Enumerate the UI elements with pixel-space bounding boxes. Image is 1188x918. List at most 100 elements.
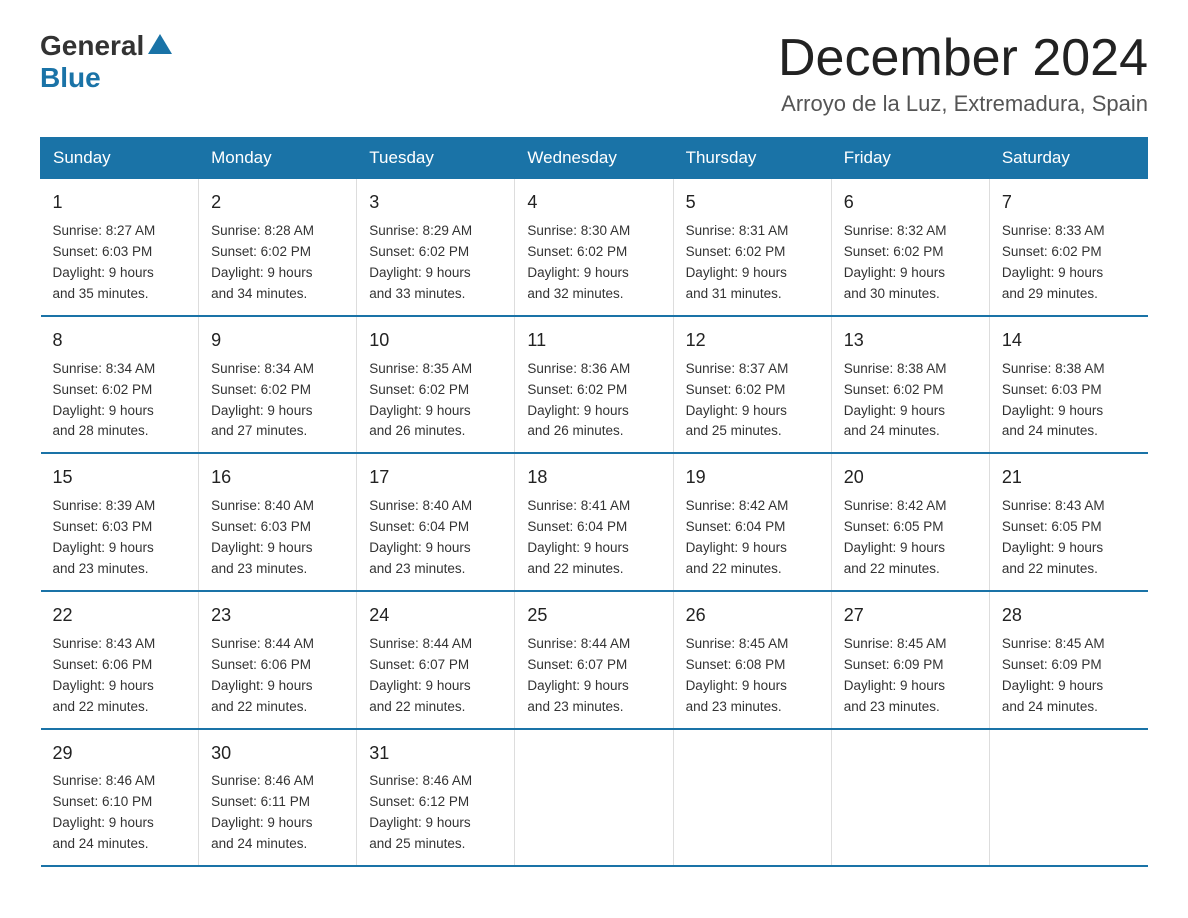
day-info: Sunrise: 8:40 AM Sunset: 6:04 PM Dayligh… — [369, 496, 502, 580]
day-number: 3 — [369, 189, 502, 217]
weekday-header-saturday: Saturday — [989, 138, 1147, 179]
calendar-cell: 15 Sunrise: 8:39 AM Sunset: 6:03 PM Dayli… — [41, 453, 199, 591]
calendar-cell: 28 Sunrise: 8:45 AM Sunset: 6:09 PM Dayli… — [989, 591, 1147, 729]
title-section: December 2024 Arroyo de la Luz, Extremad… — [778, 30, 1148, 117]
location-title: Arroyo de la Luz, Extremadura, Spain — [778, 91, 1148, 117]
calendar-cell: 19 Sunrise: 8:42 AM Sunset: 6:04 PM Dayli… — [673, 453, 831, 591]
day-number: 14 — [1002, 327, 1136, 355]
day-number: 7 — [1002, 189, 1136, 217]
day-info: Sunrise: 8:45 AM Sunset: 6:09 PM Dayligh… — [1002, 634, 1136, 718]
calendar-cell: 23 Sunrise: 8:44 AM Sunset: 6:06 PM Dayli… — [199, 591, 357, 729]
weekday-header-monday: Monday — [199, 138, 357, 179]
day-info: Sunrise: 8:41 AM Sunset: 6:04 PM Dayligh… — [527, 496, 660, 580]
calendar-cell — [515, 729, 673, 867]
day-info: Sunrise: 8:28 AM Sunset: 6:02 PM Dayligh… — [211, 221, 344, 305]
day-number: 21 — [1002, 464, 1136, 492]
calendar-cell: 13 Sunrise: 8:38 AM Sunset: 6:02 PM Dayli… — [831, 316, 989, 454]
month-title: December 2024 — [778, 30, 1148, 87]
day-info: Sunrise: 8:34 AM Sunset: 6:02 PM Dayligh… — [53, 359, 187, 443]
day-number: 23 — [211, 602, 344, 630]
weekday-header-friday: Friday — [831, 138, 989, 179]
calendar-cell: 16 Sunrise: 8:40 AM Sunset: 6:03 PM Dayli… — [199, 453, 357, 591]
calendar-cell: 30 Sunrise: 8:46 AM Sunset: 6:11 PM Dayli… — [199, 729, 357, 867]
day-number: 16 — [211, 464, 344, 492]
calendar-cell: 8 Sunrise: 8:34 AM Sunset: 6:02 PM Daylig… — [41, 316, 199, 454]
day-number: 24 — [369, 602, 502, 630]
calendar-week-row: 22Sunrise: 8:43 AM Sunset: 6:06 PM Dayli… — [41, 591, 1148, 729]
calendar-cell — [673, 729, 831, 867]
calendar-cell: 1Sunrise: 8:27 AM Sunset: 6:03 PM Daylig… — [41, 179, 199, 316]
day-number: 4 — [527, 189, 660, 217]
weekday-header-sunday: Sunday — [41, 138, 199, 179]
calendar-cell: 12 Sunrise: 8:37 AM Sunset: 6:02 PM Dayli… — [673, 316, 831, 454]
day-info: Sunrise: 8:44 AM Sunset: 6:06 PM Dayligh… — [211, 634, 344, 718]
weekday-header-thursday: Thursday — [673, 138, 831, 179]
day-info: Sunrise: 8:30 AM Sunset: 6:02 PM Dayligh… — [527, 221, 660, 305]
day-number: 25 — [527, 602, 660, 630]
calendar-cell: 25Sunrise: 8:44 AM Sunset: 6:07 PM Dayli… — [515, 591, 673, 729]
day-info: Sunrise: 8:31 AM Sunset: 6:02 PM Dayligh… — [686, 221, 819, 305]
day-number: 22 — [53, 602, 187, 630]
calendar-cell: 4 Sunrise: 8:30 AM Sunset: 6:02 PM Daylig… — [515, 179, 673, 316]
weekday-header-wednesday: Wednesday — [515, 138, 673, 179]
logo-triangle-icon — [148, 34, 172, 54]
calendar-cell: 3 Sunrise: 8:29 AM Sunset: 6:02 PM Daylig… — [357, 179, 515, 316]
day-number: 12 — [686, 327, 819, 355]
calendar-cell: 29 Sunrise: 8:46 AM Sunset: 6:10 PM Dayli… — [41, 729, 199, 867]
calendar-cell: 17 Sunrise: 8:40 AM Sunset: 6:04 PM Dayli… — [357, 453, 515, 591]
day-info: Sunrise: 8:42 AM Sunset: 6:05 PM Dayligh… — [844, 496, 977, 580]
calendar-week-row: 15 Sunrise: 8:39 AM Sunset: 6:03 PM Dayli… — [41, 453, 1148, 591]
day-info: Sunrise: 8:45 AM Sunset: 6:08 PM Dayligh… — [686, 634, 819, 718]
calendar-cell: 31 Sunrise: 8:46 AM Sunset: 6:12 PM Dayli… — [357, 729, 515, 867]
day-number: 18 — [527, 464, 660, 492]
day-number: 11 — [527, 327, 660, 355]
day-number: 29 — [53, 740, 187, 768]
day-info: Sunrise: 8:35 AM Sunset: 6:02 PM Dayligh… — [369, 359, 502, 443]
calendar-cell: 6Sunrise: 8:32 AM Sunset: 6:02 PM Daylig… — [831, 179, 989, 316]
day-info: Sunrise: 8:37 AM Sunset: 6:02 PM Dayligh… — [686, 359, 819, 443]
day-number: 31 — [369, 740, 502, 768]
day-number: 2 — [211, 189, 344, 217]
calendar-cell — [989, 729, 1147, 867]
logo: General Blue — [40, 30, 172, 94]
calendar-cell — [831, 729, 989, 867]
day-info: Sunrise: 8:46 AM Sunset: 6:11 PM Dayligh… — [211, 771, 344, 855]
day-info: Sunrise: 8:42 AM Sunset: 6:04 PM Dayligh… — [686, 496, 819, 580]
day-info: Sunrise: 8:36 AM Sunset: 6:02 PM Dayligh… — [527, 359, 660, 443]
day-number: 28 — [1002, 602, 1136, 630]
day-number: 6 — [844, 189, 977, 217]
calendar-header-row: SundayMondayTuesdayWednesdayThursdayFrid… — [41, 138, 1148, 179]
day-info: Sunrise: 8:27 AM Sunset: 6:03 PM Dayligh… — [53, 221, 187, 305]
day-info: Sunrise: 8:34 AM Sunset: 6:02 PM Dayligh… — [211, 359, 344, 443]
day-info: Sunrise: 8:44 AM Sunset: 6:07 PM Dayligh… — [369, 634, 502, 718]
day-number: 15 — [53, 464, 187, 492]
calendar-cell: 24 Sunrise: 8:44 AM Sunset: 6:07 PM Dayli… — [357, 591, 515, 729]
day-info: Sunrise: 8:33 AM Sunset: 6:02 PM Dayligh… — [1002, 221, 1136, 305]
calendar-week-row: 8 Sunrise: 8:34 AM Sunset: 6:02 PM Daylig… — [41, 316, 1148, 454]
day-info: Sunrise: 8:29 AM Sunset: 6:02 PM Dayligh… — [369, 221, 502, 305]
calendar-cell: 18 Sunrise: 8:41 AM Sunset: 6:04 PM Dayli… — [515, 453, 673, 591]
calendar-cell: 14Sunrise: 8:38 AM Sunset: 6:03 PM Dayli… — [989, 316, 1147, 454]
day-info: Sunrise: 8:39 AM Sunset: 6:03 PM Dayligh… — [53, 496, 187, 580]
day-number: 8 — [53, 327, 187, 355]
day-info: Sunrise: 8:40 AM Sunset: 6:03 PM Dayligh… — [211, 496, 344, 580]
day-info: Sunrise: 8:38 AM Sunset: 6:02 PM Dayligh… — [844, 359, 977, 443]
calendar-cell: 22Sunrise: 8:43 AM Sunset: 6:06 PM Dayli… — [41, 591, 199, 729]
calendar-cell: 21 Sunrise: 8:43 AM Sunset: 6:05 PM Dayli… — [989, 453, 1147, 591]
day-info: Sunrise: 8:46 AM Sunset: 6:12 PM Dayligh… — [369, 771, 502, 855]
logo-general-text: General — [40, 30, 144, 62]
day-number: 13 — [844, 327, 977, 355]
calendar-cell: 2 Sunrise: 8:28 AM Sunset: 6:02 PM Daylig… — [199, 179, 357, 316]
day-info: Sunrise: 8:46 AM Sunset: 6:10 PM Dayligh… — [53, 771, 187, 855]
day-number: 17 — [369, 464, 502, 492]
calendar-week-row: 1Sunrise: 8:27 AM Sunset: 6:03 PM Daylig… — [41, 179, 1148, 316]
day-number: 9 — [211, 327, 344, 355]
calendar-table: SundayMondayTuesdayWednesdayThursdayFrid… — [40, 137, 1148, 867]
day-info: Sunrise: 8:43 AM Sunset: 6:05 PM Dayligh… — [1002, 496, 1136, 580]
calendar-week-row: 29 Sunrise: 8:46 AM Sunset: 6:10 PM Dayli… — [41, 729, 1148, 867]
day-number: 30 — [211, 740, 344, 768]
day-info: Sunrise: 8:45 AM Sunset: 6:09 PM Dayligh… — [844, 634, 977, 718]
day-number: 26 — [686, 602, 819, 630]
calendar-cell: 26 Sunrise: 8:45 AM Sunset: 6:08 PM Dayli… — [673, 591, 831, 729]
day-number: 19 — [686, 464, 819, 492]
